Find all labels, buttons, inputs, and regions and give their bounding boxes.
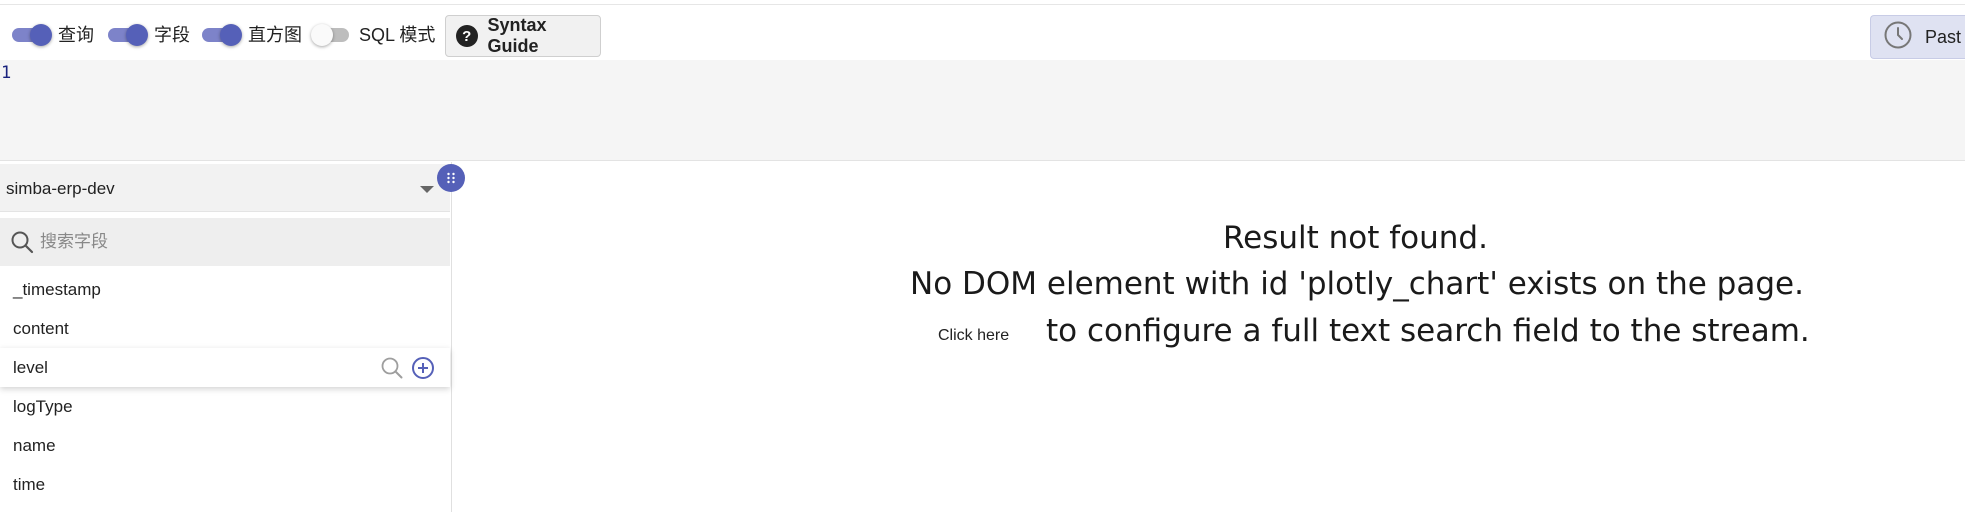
result-title: Result not found. (1223, 220, 1488, 256)
field-name: logType (13, 396, 73, 416)
toggle-switch[interactable] (200, 24, 242, 46)
clock-icon (1883, 20, 1913, 55)
toggle-label: 直方图 (248, 25, 302, 45)
search-icon (10, 230, 34, 259)
field-name: _timestamp (13, 279, 101, 299)
field-name: name (13, 435, 56, 455)
toggle-switch[interactable] (10, 24, 52, 46)
list-item[interactable]: _timestamp (0, 270, 450, 309)
list-item[interactable]: level (0, 348, 450, 387)
search-icon[interactable] (380, 356, 404, 385)
list-item[interactable]: time (0, 465, 450, 504)
time-range-button[interactable]: Past 1 (1870, 15, 1965, 59)
field-name: level (13, 357, 48, 377)
field-search (0, 218, 450, 266)
list-item[interactable]: name (0, 426, 450, 465)
stream-select-value: simba-erp-dev (6, 179, 115, 198)
syntax-guide-button[interactable]: ? Syntax Guide (445, 15, 601, 57)
toggle-label: 查询 (58, 25, 94, 45)
toggle-query[interactable]: 查询 (10, 19, 94, 49)
syntax-guide-label: Syntax Guide (487, 15, 547, 56)
config-message: to configure a full text search field to… (1046, 313, 1810, 349)
field-list: _timestamp content level logType name ti… (0, 270, 450, 504)
toggle-histogram[interactable]: 直方图 (200, 19, 302, 49)
caret-down-icon[interactable] (420, 186, 434, 193)
toggle-fields[interactable]: 字段 (106, 19, 190, 49)
field-actions (380, 356, 435, 385)
toggle-label: SQL 模式 (359, 25, 436, 45)
plus-circle-icon[interactable] (411, 356, 435, 385)
line-number: 1 (1, 63, 12, 83)
query-editor[interactable]: 1 (0, 60, 1965, 161)
field-sidebar: simba-erp-dev _timestamp content level (0, 162, 452, 512)
drag-handle-icon[interactable] (437, 164, 465, 192)
question-circle-icon: ? (456, 25, 478, 47)
list-item[interactable]: content (0, 309, 450, 348)
toolbar: 查询 字段 直方图 SQL 模式 ? Syntax Guide Past 1 (0, 4, 1965, 60)
toggle-switch[interactable] (106, 24, 148, 46)
field-name: time (13, 474, 46, 494)
error-message: No DOM element with id 'plotly_chart' ex… (910, 266, 1804, 302)
field-search-input[interactable] (40, 228, 440, 256)
toggle-label: 字段 (154, 25, 190, 45)
field-name: content (13, 318, 69, 338)
click-here-link[interactable]: Click here (938, 327, 1009, 345)
stream-select[interactable]: simba-erp-dev (0, 164, 450, 212)
time-range-label: Past 1 (1925, 26, 1965, 47)
list-item[interactable]: logType (0, 387, 450, 426)
toggle-sql-mode[interactable]: SQL 模式 (311, 19, 435, 49)
toggle-switch[interactable] (311, 24, 351, 46)
result-area: Result not found. No DOM element with id… (452, 162, 1965, 512)
